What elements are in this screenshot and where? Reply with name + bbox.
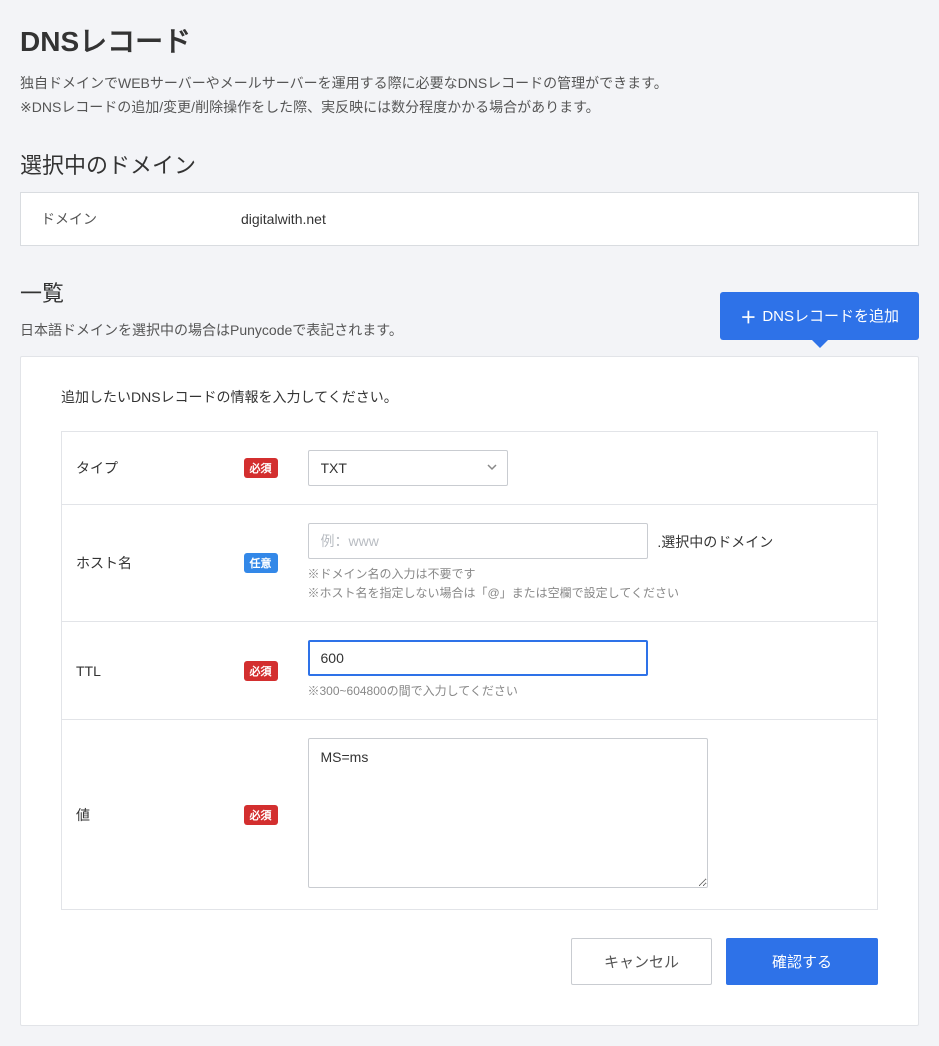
value-textarea[interactable] <box>308 738 708 888</box>
host-hint-1: ※ドメイン名の入力は不要です <box>308 565 862 584</box>
selected-domain-heading: 選択中のドメイン <box>20 148 919 180</box>
page-description-line2: ※DNSレコードの追加/変更/削除操作をした際、実反映には数分程度かかる場合があ… <box>20 96 919 120</box>
ttl-label: TTL <box>76 663 101 679</box>
plus-icon: ＋ <box>740 304 756 328</box>
host-label: ホスト名 <box>76 553 132 573</box>
add-button-label: DNSレコードを追加 <box>762 305 899 326</box>
form-row-value: 値 必須 <box>62 720 878 910</box>
ttl-input[interactable] <box>308 640 648 676</box>
form-row-ttl: TTL 必須 ※300~604800の間で入力してください <box>62 621 878 719</box>
host-hint-2: ※ホスト名を指定しない場合は「@」または空欄で設定してください <box>308 584 862 603</box>
list-note: 日本語ドメインを選択中の場合はPunycodeで表記されます。 <box>20 320 720 340</box>
value-label: 値 <box>76 805 90 825</box>
form-row-type: タイプ 必須 TXT <box>62 431 878 504</box>
form-table: タイプ 必須 TXT <box>61 431 878 911</box>
domain-value: digitalwith.net <box>221 195 346 243</box>
cancel-button[interactable]: キャンセル <box>571 938 712 985</box>
form-row-host: ホスト名 任意 .選択中のドメイン ※ドメイン名の入力は不要です ※ホスト名を指… <box>62 504 878 621</box>
type-label: タイプ <box>76 458 118 478</box>
page-description-line1: 独自ドメインでWEBサーバーやメールサーバーを運用する際に必要なDNSレコードの… <box>20 72 919 96</box>
required-badge: 必須 <box>244 661 278 681</box>
type-select[interactable]: TXT <box>308 450 508 486</box>
list-heading: 一覧 <box>20 276 720 308</box>
dns-record-form: 追加したいDNSレコードの情報を入力してください。 タイプ 必須 TXT <box>20 356 919 1027</box>
confirm-button[interactable]: 確認する <box>726 938 878 985</box>
domain-label: ドメイン <box>21 193 221 245</box>
optional-badge: 任意 <box>244 553 278 573</box>
required-badge: 必須 <box>244 458 278 478</box>
ttl-hint: ※300~604800の間で入力してください <box>308 682 862 701</box>
required-badge: 必須 <box>244 805 278 825</box>
selected-domain-box: ドメイン digitalwith.net <box>20 192 919 246</box>
form-intro: 追加したいDNSレコードの情報を入力してください。 <box>61 387 878 407</box>
page-title: DNSレコード <box>20 20 919 60</box>
add-dns-record-button[interactable]: ＋ DNSレコードを追加 <box>720 292 919 340</box>
host-suffix: .選択中のドメイン <box>657 534 773 550</box>
host-input[interactable] <box>308 523 648 559</box>
